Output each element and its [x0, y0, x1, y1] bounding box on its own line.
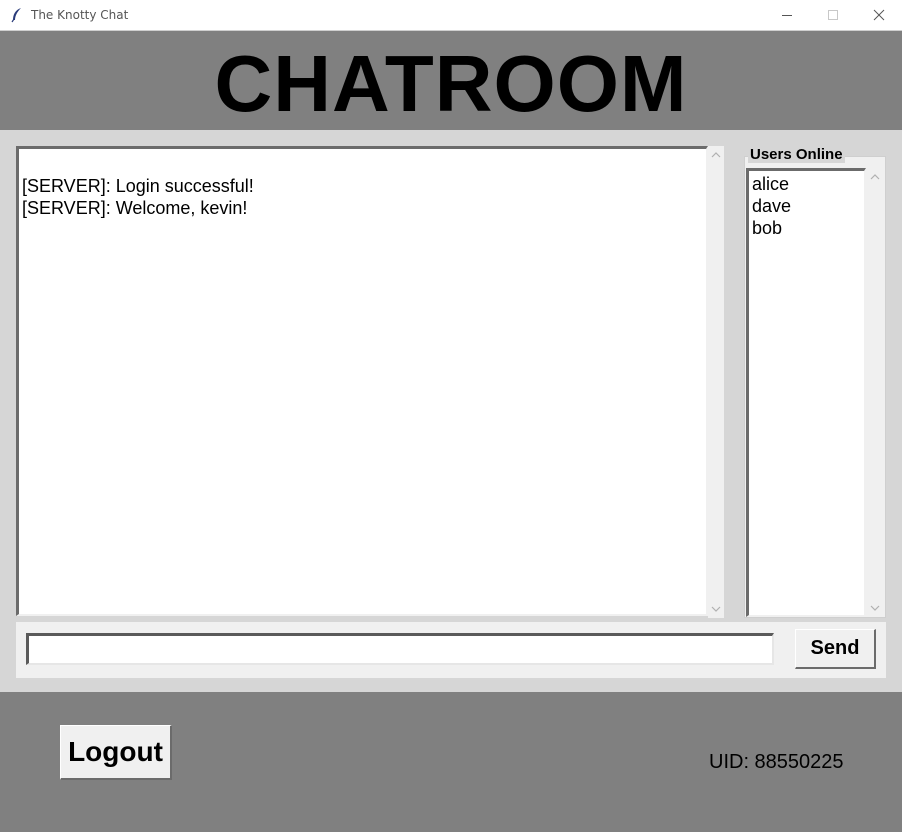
window-titlebar: The Knotty Chat	[0, 0, 902, 31]
message-log[interactable]: [SERVER]: Login successful! [SERVER]: We…	[16, 146, 708, 616]
feather-icon	[10, 7, 24, 23]
scroll-down-icon[interactable]	[870, 604, 880, 612]
close-icon	[873, 9, 885, 21]
scroll-down-icon[interactable]	[711, 605, 721, 613]
header-banner: CHATROOM	[0, 31, 902, 130]
maximize-icon	[828, 10, 838, 20]
maximize-button[interactable]	[810, 0, 856, 31]
scroll-up-icon[interactable]	[711, 151, 721, 159]
logout-button[interactable]: Logout	[60, 725, 172, 780]
user-item[interactable]: dave	[752, 195, 791, 217]
message-list: [SERVER]: Login successful! [SERVER]: We…	[22, 175, 254, 219]
minimize-button[interactable]	[764, 0, 810, 31]
user-id-label: UID: 88550225	[709, 751, 844, 773]
users-scrollbar[interactable]	[867, 168, 883, 617]
send-button[interactable]: Send	[795, 629, 876, 669]
minimize-icon	[782, 15, 792, 16]
message-line: [SERVER]: Login successful!	[22, 176, 254, 196]
users-online-legend: Users Online	[748, 146, 845, 163]
window-title: The Knotty Chat	[31, 8, 129, 22]
user-item[interactable]: bob	[752, 217, 782, 239]
scroll-up-icon[interactable]	[870, 173, 880, 181]
message-scrollbar[interactable]	[708, 146, 724, 618]
user-item[interactable]: alice	[752, 173, 789, 195]
close-button[interactable]	[856, 0, 902, 31]
message-line: [SERVER]: Welcome, kevin!	[22, 198, 248, 218]
users-listbox[interactable]: alice dave bob	[746, 168, 866, 617]
page-title: CHATROOM	[214, 39, 688, 128]
message-input[interactable]	[26, 633, 774, 665]
